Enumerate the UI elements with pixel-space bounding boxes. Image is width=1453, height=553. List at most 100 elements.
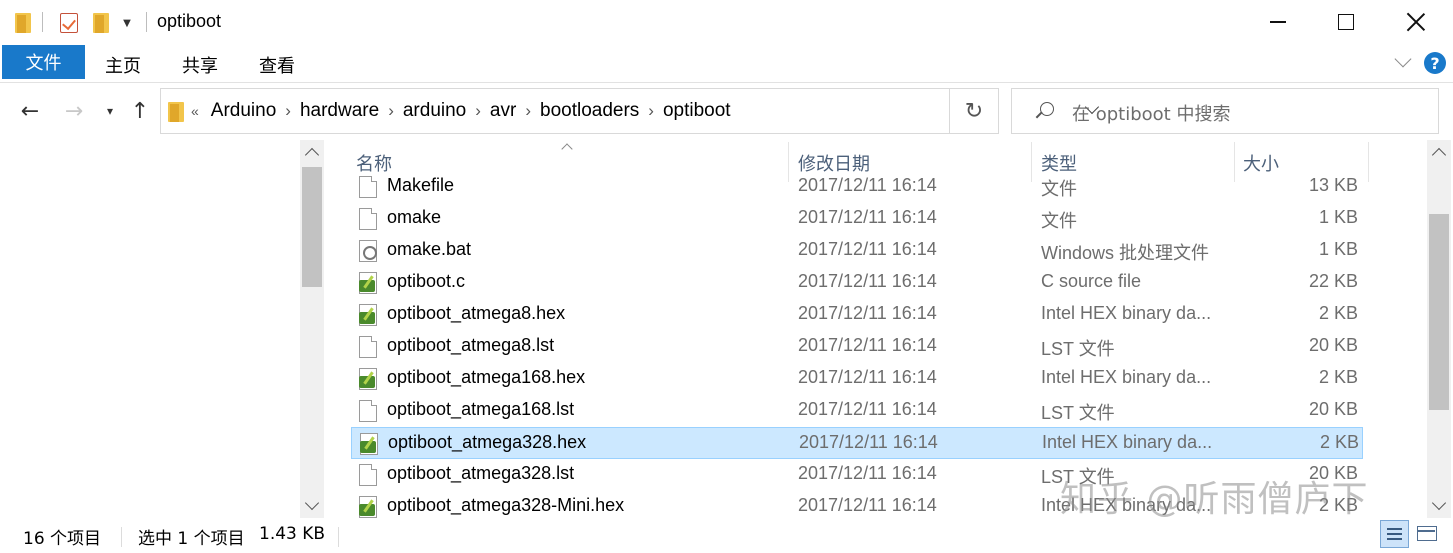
tab-view[interactable]: 查看 [259,52,295,78]
customize-quick-access-chevron-icon[interactable]: ▼ [120,10,134,36]
breadcrumb-separator-icon[interactable]: › [475,101,481,121]
back-arrow-icon[interactable]: ← [16,99,44,124]
notepadpp-file-icon [359,304,377,326]
selection-size: 1.43 KB [259,524,326,544]
file-type: Intel HEX binary da... [1041,367,1212,387]
maximize-button[interactable] [1311,0,1381,44]
recent-locations-chevron-icon[interactable]: ▾ [100,99,120,123]
scroll-up-icon[interactable] [300,140,324,162]
file-row[interactable]: optiboot_atmega168.hex 2017/12/11 16:14 … [351,363,1363,395]
quick-access-divider [42,12,43,32]
address-folder-icon [168,102,184,122]
file-row-selected[interactable]: optiboot_atmega328.hex 2017/12/11 16:14 … [351,427,1363,459]
scroll-up-icon[interactable] [1427,140,1451,162]
scrollbar-thumb[interactable] [1429,214,1449,410]
file-size: 20 KB [1308,399,1358,419]
file-date: 2017/12/11 16:14 [798,303,937,323]
file-name: omake.bat [387,239,472,259]
breadcrumb: « Arduino › hardware › arduino › avr › b… [191,100,731,122]
details-view-icon[interactable] [1380,520,1409,548]
notepadpp-file-icon [359,496,377,518]
breadcrumb-item[interactable]: avr [490,100,516,122]
file-type: Intel HEX binary da... [1041,303,1212,323]
scrollbar-thumb[interactable] [302,167,322,287]
file-row[interactable]: optiboot_atmega8.hex 2017/12/11 16:14 In… [351,299,1363,331]
ribbon-tabs: 文件 主页 共享 查看 [0,44,1453,83]
title-bar: ▼ optiboot [0,0,1453,44]
breadcrumb-separator-icon[interactable]: › [285,101,291,121]
file-name: optiboot_atmega8.hex [387,303,566,323]
file-date: 2017/12/11 16:14 [798,367,937,387]
file-name: optiboot_atmega8.lst [387,335,555,355]
refresh-button[interactable]: ↻ [950,88,999,134]
breadcrumb-separator-icon[interactable]: › [388,101,394,121]
file-name: omake [387,207,442,227]
file-row[interactable]: optiboot_atmega168.lst 2017/12/11 16:14 … [351,395,1363,427]
breadcrumb-item[interactable]: bootloaders [540,100,639,122]
new-folder-icon[interactable] [92,10,110,36]
expand-ribbon-chevron-icon[interactable] [1393,52,1413,72]
large-icons-view-icon[interactable] [1414,522,1440,546]
minimize-button[interactable] [1243,0,1313,44]
forward-arrow-icon[interactable]: → [60,99,88,124]
file-row[interactable]: optiboot.c 2017/12/11 16:14 C source fil… [351,267,1363,299]
file-name: optiboot_atmega328.hex [388,432,587,452]
file-type: Windows 批处理文件 [1041,243,1210,263]
watermark: 知乎 @听雨僧庐下 [1060,479,1369,520]
address-bar[interactable]: « Arduino › hardware › arduino › avr › b… [160,88,950,134]
status-divider [338,527,339,547]
document-icon [359,336,377,358]
properties-check-icon[interactable] [58,10,80,36]
file-type: 文件 [1041,179,1077,199]
breadcrumb-item-current[interactable]: optiboot [663,100,731,122]
file-size: 1 KB [1318,207,1358,227]
file-date: 2017/12/11 16:14 [798,175,937,195]
search-placeholder: 在 optiboot 中搜索 [1072,104,1231,125]
document-icon [359,208,377,230]
breadcrumb-separator-icon[interactable]: › [648,101,654,121]
scroll-down-icon[interactable] [300,494,324,516]
up-arrow-icon[interactable]: ↑ [128,99,152,124]
close-button[interactable] [1381,0,1451,44]
file-name: Makefile [387,175,455,195]
status-bar: 16 个项目 选中 1 个项目 1.43 KB [0,518,1453,553]
file-row[interactable]: optiboot_atmega8.lst 2017/12/11 16:14 LS… [351,331,1363,363]
breadcrumb-item[interactable]: arduino [403,100,466,122]
file-row[interactable]: omake.bat 2017/12/11 16:14 Windows 批处理文件… [351,235,1363,267]
notepadpp-file-icon [360,433,378,455]
document-icon [359,464,377,486]
minimize-icon [1270,21,1286,23]
breadcrumb-separator-icon[interactable]: › [525,101,531,121]
navigation-pane-scrollbar[interactable] [300,140,324,518]
file-size: 13 KB [1308,175,1358,195]
file-row[interactable]: omake 2017/12/11 16:14 文件 1 KB [351,203,1363,235]
file-name: optiboot.c [387,271,466,291]
file-date: 2017/12/11 16:14 [798,399,937,419]
breadcrumb-item[interactable]: Arduino [211,100,277,122]
breadcrumb-item[interactable]: hardware [300,100,379,122]
tab-home[interactable]: 主页 [105,52,141,78]
file-list: 名称 修改日期 类型 大小 Makefile 2017/12/11 16:14 … [340,140,1425,518]
search-icon [1034,102,1054,122]
notepadpp-file-icon [359,368,377,390]
file-size: 2 KB [1318,303,1358,323]
file-list-scrollbar[interactable] [1427,140,1451,518]
scroll-down-icon[interactable] [1427,494,1451,516]
help-icon[interactable]: ? [1424,52,1446,74]
file-size: 20 KB [1308,335,1358,355]
file-name: optiboot_atmega168.hex [387,367,586,387]
file-row[interactable]: Makefile 2017/12/11 16:14 文件 13 KB [351,171,1363,203]
file-name: optiboot_atmega328-Mini.hex [387,495,625,515]
item-count: 16 个项目 [23,529,102,549]
folder-icon[interactable] [14,10,32,36]
notepadpp-file-icon [359,272,377,294]
file-date: 2017/12/11 16:14 [798,463,937,483]
tab-share[interactable]: 共享 [182,52,218,78]
status-divider [121,527,122,547]
file-size: 2 KB [1318,367,1358,387]
file-type: LST 文件 [1041,339,1115,359]
column-divider[interactable] [1368,142,1369,182]
search-input[interactable]: 在 optiboot 中搜索 [1011,88,1439,134]
tab-file[interactable]: 文件 [2,45,85,79]
breadcrumb-overflow[interactable]: « [191,103,199,119]
